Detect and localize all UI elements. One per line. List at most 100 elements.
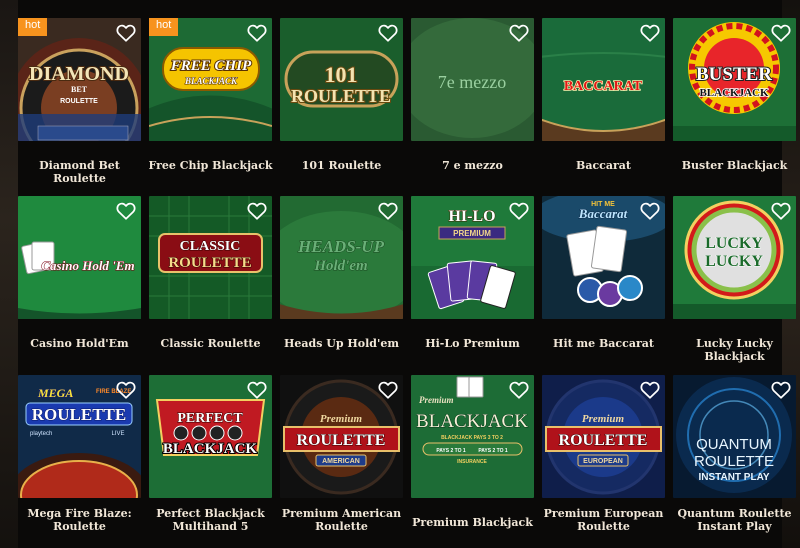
game-title[interactable]: Buster Blackjack (667, 159, 800, 172)
game-card[interactable]: Casino Hold 'Em Casino Hold'Em (18, 196, 141, 358)
game-card[interactable]: Premium BLACKJACK BLACKJACK PAYS 3 TO 2 … (411, 375, 534, 537)
game-card[interactable]: HI-LO PREMIUM Hi-Lo Premium (411, 196, 534, 358)
game-title[interactable]: Mega Fire Blaze: Roulette (12, 507, 147, 533)
game-card[interactable]: MEGA FIRE BLAZE ROULETTE playtech LIVE Me… (18, 375, 141, 537)
favorite-button[interactable] (508, 200, 530, 222)
logo-text: CLASSIC (180, 239, 241, 254)
heart-outline-icon (640, 24, 660, 42)
heart-outline-icon (640, 381, 660, 399)
favorite-button[interactable] (639, 200, 661, 222)
logo-text: INSURANCE (457, 459, 487, 465)
favorite-button[interactable] (115, 22, 137, 44)
logo-text: ROULETTE (559, 432, 648, 449)
favorite-button[interactable] (246, 379, 268, 401)
favorite-button[interactable] (770, 379, 792, 401)
hot-badge: hot (149, 18, 179, 36)
game-title[interactable]: Classic Roulette (143, 337, 278, 350)
game-title[interactable]: Casino Hold'Em (12, 337, 147, 350)
favorite-button[interactable] (115, 379, 137, 401)
logo-text: FREE CHIP (170, 58, 252, 74)
game-title[interactable]: Premium European Roulette (536, 507, 671, 533)
logo-text: ROULETTE (168, 255, 251, 271)
hot-badge: hot (18, 18, 48, 36)
logo-text: PREMIUM (453, 229, 491, 238)
heart-outline-icon (116, 202, 136, 220)
favorite-button[interactable] (770, 22, 792, 44)
logo-text: ROULETTE (694, 453, 774, 470)
heart-outline-icon (247, 381, 267, 399)
logo-text: HI-LO (448, 208, 495, 225)
logo-text: ROULETTE (297, 432, 386, 449)
game-card[interactable]: BUSTER BLACKJACK Buster Blackjack (673, 18, 796, 180)
game-title[interactable]: Premium American Roulette (274, 507, 409, 533)
game-card[interactable]: BACCARAT Baccarat (542, 18, 665, 180)
logo-text: HEADS-UP (297, 237, 385, 256)
logo-text: DIAMOND (29, 63, 129, 85)
game-card[interactable]: PERFECT BLACKJACK Perfect Blackjack Multi… (149, 375, 272, 537)
favorite-button[interactable] (377, 379, 399, 401)
background-left-edge (0, 0, 18, 548)
logo-text: 101 (325, 62, 358, 87)
game-title[interactable]: Baccarat (536, 159, 671, 172)
logo-text: PERFECT (177, 411, 243, 426)
logo-text: PAYS 2 TO 1 (478, 448, 508, 454)
heart-outline-icon (509, 202, 529, 220)
game-card[interactable]: LUCKY LUCKY Lucky Lucky Blackjack (673, 196, 796, 363)
favorite-button[interactable] (377, 22, 399, 44)
game-card[interactable]: 101 ROULETTE 101 Roulette (280, 18, 403, 180)
logo-text: INSTANT PLAY (698, 472, 769, 483)
logo-text: PAYS 2 TO 1 (436, 448, 466, 454)
logo-text: Hold'em (313, 258, 367, 274)
favorite-button[interactable] (770, 200, 792, 222)
heart-outline-icon (509, 24, 529, 42)
logo-text: Casino Hold 'Em (41, 258, 134, 273)
logo-text: BLACKJACK PAYS 3 TO 2 (441, 435, 503, 441)
favorite-button[interactable] (246, 22, 268, 44)
logo-text: ROULETTE (60, 98, 98, 105)
logo-text: BUSTER (696, 64, 772, 85)
game-title[interactable]: Lucky Lucky Blackjack (667, 337, 800, 363)
favorite-button[interactable] (377, 200, 399, 222)
favorite-button[interactable] (508, 22, 530, 44)
logo-text: playtech (30, 431, 52, 437)
game-card[interactable]: CLASSIC ROULETTE Classic Roulette (149, 196, 272, 358)
game-card[interactable]: 7e mezzo 7 e mezzo (411, 18, 534, 180)
logo-text: Premium (320, 413, 363, 425)
game-card[interactable]: FREE CHIP BLACKJACK hot Free Chip Blackjac… (148, 18, 273, 180)
heart-outline-icon (116, 24, 136, 42)
logo-text: AMERICAN (322, 458, 360, 465)
game-title[interactable]: Hit me Baccarat (536, 337, 671, 350)
logo-text: Premium (582, 413, 625, 425)
game-title[interactable]: Hi-Lo Premium (405, 337, 540, 350)
game-title[interactable]: Premium Blackjack (405, 516, 540, 529)
game-card[interactable]: HEADS-UP Hold'em Heads Up Hold'em (280, 196, 403, 358)
game-card[interactable]: Premium ROULETTE AMERICAN Premium America… (280, 375, 403, 537)
game-card[interactable]: Premium ROULETTE EUROPEAN Premium Europea… (542, 375, 665, 537)
game-title[interactable]: 7 e mezzo (405, 159, 540, 172)
favorite-button[interactable] (115, 200, 137, 222)
game-title[interactable]: Heads Up Hold'em (274, 337, 409, 350)
game-card[interactable]: HIT ME Baccarat Hit me Baccarat (542, 196, 665, 358)
heart-outline-icon (378, 381, 398, 399)
game-card[interactable]: QUANTUM ROULETTE INSTANT PLAY Quantum Rou… (673, 375, 796, 537)
game-title[interactable]: Diamond Bet Roulette (12, 159, 147, 185)
logo-text: Premium (419, 395, 454, 405)
favorite-button[interactable] (508, 379, 530, 401)
logo-text: BLACKJACK (163, 441, 258, 457)
favorite-button[interactable] (639, 379, 661, 401)
favorite-button[interactable] (246, 200, 268, 222)
game-title[interactable]: Perfect Blackjack Multihand 5 (143, 507, 278, 533)
logo-text: LUCKY (705, 253, 763, 270)
game-title[interactable]: Free Chip Blackjack (143, 159, 278, 172)
favorite-button[interactable] (639, 22, 661, 44)
heart-outline-icon (247, 24, 267, 42)
game-card[interactable]: DIAMOND BET ROULETTE hot Diamond Bet Roule… (18, 18, 141, 185)
game-title[interactable]: Quantum Roulette Instant Play (667, 507, 800, 533)
logo-text: LUCKY (705, 235, 763, 252)
logo-text: Baccarat (578, 206, 628, 221)
logo-text: EUROPEAN (583, 458, 623, 465)
logo-text: LIVE (111, 431, 124, 437)
heart-outline-icon (771, 24, 791, 42)
game-title[interactable]: 101 Roulette (274, 159, 409, 172)
heart-outline-icon (509, 381, 529, 399)
